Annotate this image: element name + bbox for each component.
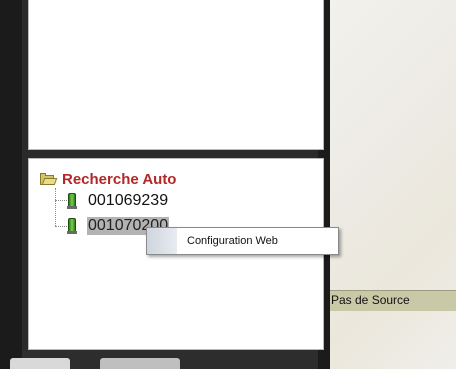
content-area <box>330 0 456 369</box>
tree-connector <box>55 226 67 227</box>
bottom-tab[interactable] <box>100 358 180 369</box>
device-icon <box>67 218 77 234</box>
tree-item-label: 001069239 <box>88 192 169 209</box>
bottom-tab[interactable] <box>10 358 70 369</box>
device-icon <box>67 193 77 209</box>
tree-root-label: Recherche Auto <box>62 170 177 188</box>
menu-icon-gutter <box>147 228 177 254</box>
tree-connector <box>55 200 67 201</box>
folder-icon <box>40 173 58 185</box>
menu-item-configuration-web[interactable]: Configuration Web <box>177 228 338 254</box>
top-pane <box>28 0 324 150</box>
context-menu: Configuration Web <box>146 227 339 255</box>
tree-connector <box>55 188 56 226</box>
tree-item-device[interactable]: 001069239 <box>67 191 169 211</box>
tree-root-node[interactable]: Recherche Auto <box>40 170 176 188</box>
status-bar: Pas de Source <box>330 290 456 311</box>
